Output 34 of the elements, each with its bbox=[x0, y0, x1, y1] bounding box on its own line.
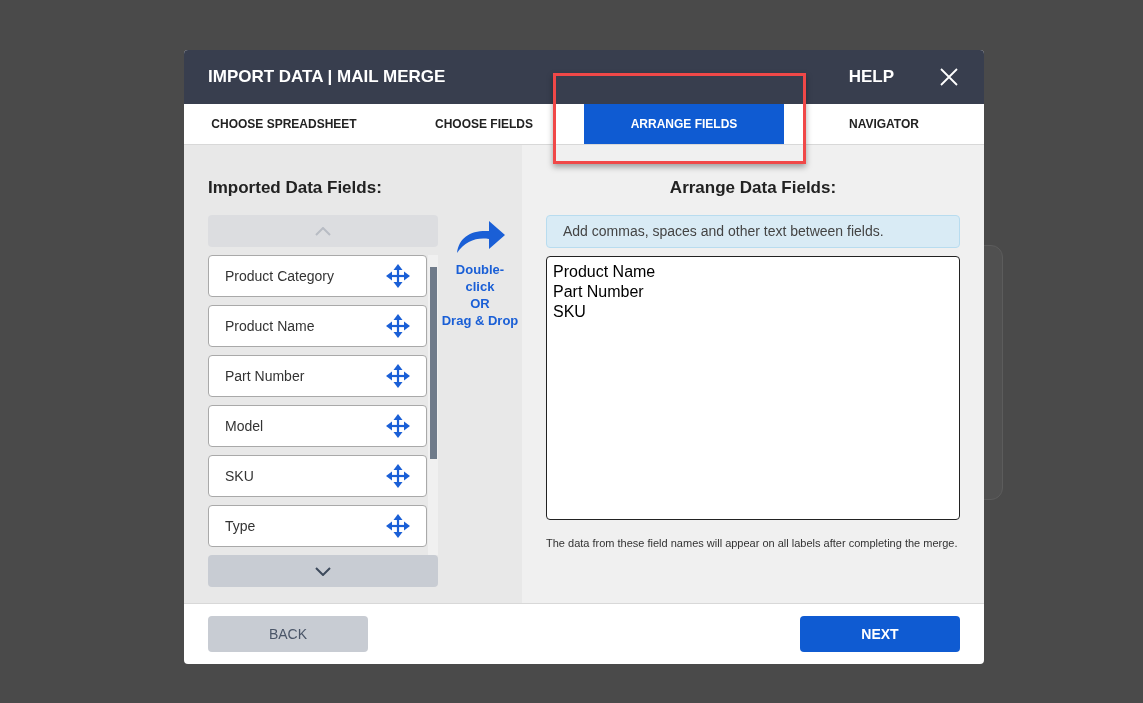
curved-arrow-icon bbox=[455, 221, 505, 254]
field-item[interactable]: Type bbox=[208, 505, 427, 547]
help-link[interactable]: HELP bbox=[848, 64, 894, 90]
panel-heading: Arrange Data Fields: bbox=[668, 177, 838, 199]
field-label: Type bbox=[225, 516, 257, 536]
move-icon[interactable] bbox=[386, 364, 410, 388]
arrange-text-area[interactable]: Product Name Part Number SKU bbox=[546, 256, 960, 520]
dialog-title: IMPORT DATA | MAIL MERGE bbox=[208, 66, 446, 89]
field-label: Model bbox=[225, 416, 265, 436]
scrollbar[interactable] bbox=[428, 255, 438, 555]
close-icon[interactable] bbox=[940, 68, 958, 86]
move-icon[interactable] bbox=[386, 314, 410, 338]
next-button[interactable]: NEXT bbox=[800, 616, 960, 652]
field-item[interactable]: Model bbox=[208, 405, 427, 447]
panel-heading: Imported Data Fields: bbox=[208, 177, 383, 199]
move-icon[interactable] bbox=[386, 264, 410, 288]
move-icon[interactable] bbox=[386, 414, 410, 438]
field-item[interactable]: SKU bbox=[208, 455, 427, 497]
move-icon[interactable] bbox=[386, 514, 410, 538]
chevron-up-icon bbox=[315, 226, 331, 236]
info-banner: Add commas, spaces and other text between fields. bbox=[546, 215, 960, 248]
field-label: SKU bbox=[225, 466, 255, 486]
back-button[interactable]: BACK bbox=[208, 616, 368, 652]
drag-hint: Double- click OR Drag & Drop bbox=[441, 261, 519, 329]
field-item[interactable]: Product Name bbox=[208, 305, 427, 347]
field-label: Product Category bbox=[225, 266, 335, 286]
tab[interactable]: ARRANGE FIELDS bbox=[584, 104, 784, 144]
move-icon[interactable] bbox=[386, 464, 410, 488]
merge-note: The data from these field names will appear on all labels after completing the merge. bbox=[546, 536, 959, 550]
chevron-down-icon bbox=[315, 566, 331, 576]
field-item[interactable]: Product Category bbox=[208, 255, 427, 297]
field-item[interactable]: Part Number bbox=[208, 355, 427, 397]
field-label: Product Name bbox=[225, 316, 316, 336]
field-label: Part Number bbox=[225, 366, 306, 386]
